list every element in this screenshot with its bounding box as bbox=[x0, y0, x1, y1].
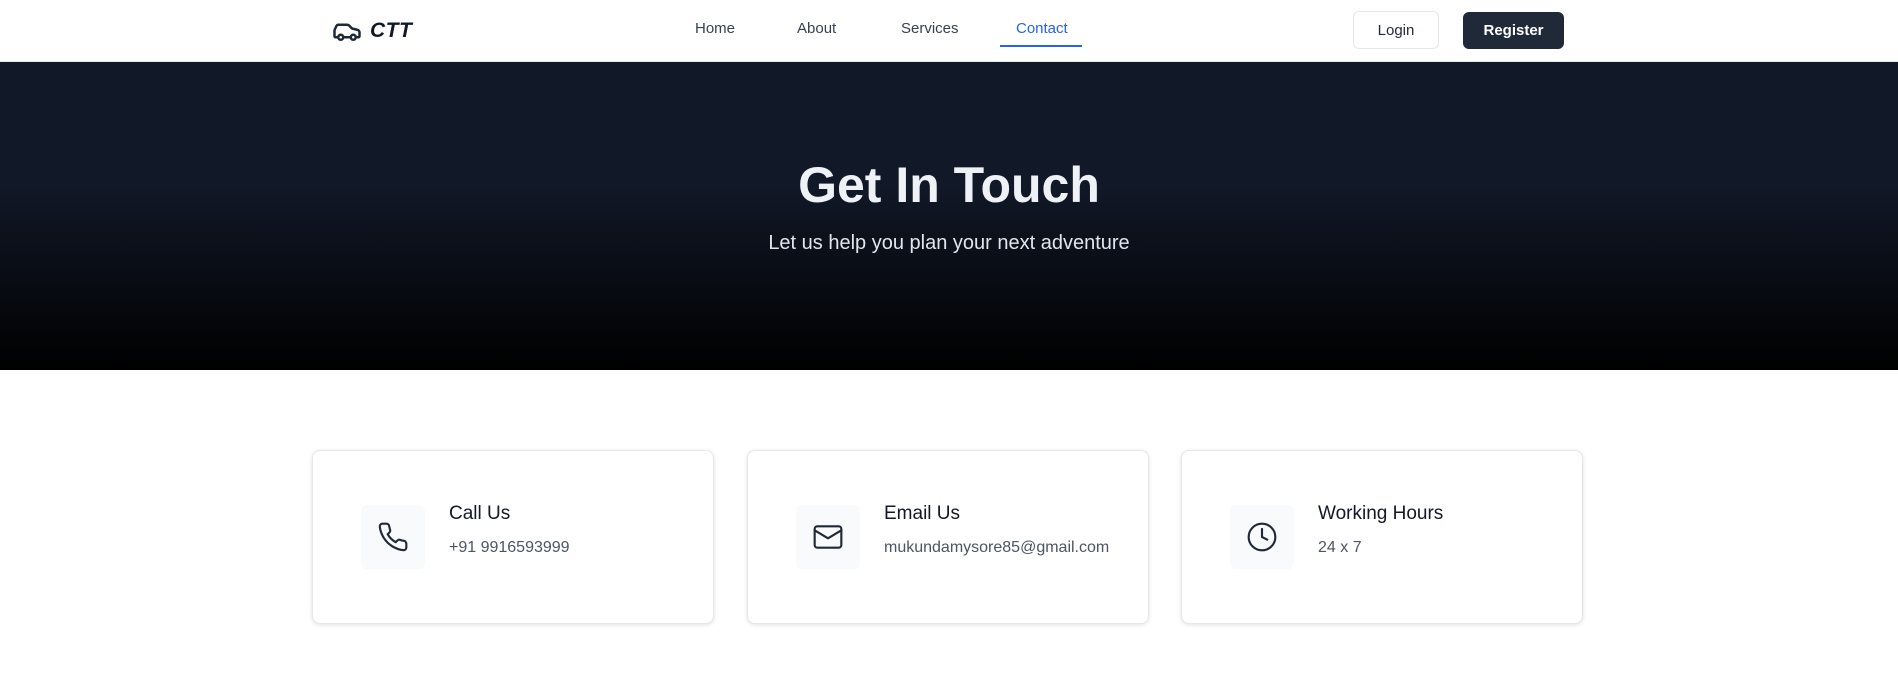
card-icon-container bbox=[1230, 505, 1294, 569]
login-button[interactable]: Login bbox=[1353, 11, 1439, 49]
nav-contact[interactable]: Contact bbox=[1016, 20, 1068, 37]
main-nav: Home About Services Contact bbox=[0, 0, 1898, 62]
phone-number[interactable]: +91 9916593999 bbox=[449, 539, 570, 557]
hero-subtitle: Let us help you plan your next adventure bbox=[768, 232, 1130, 254]
nav-home[interactable]: Home bbox=[695, 20, 735, 37]
clock-icon bbox=[1247, 522, 1277, 552]
contact-card-email: Email Us mukundamysore85@gmail.com bbox=[747, 450, 1149, 624]
register-button[interactable]: Register bbox=[1463, 12, 1564, 49]
card-title: Email Us bbox=[884, 503, 961, 524]
nav-about[interactable]: About bbox=[797, 20, 836, 37]
contact-card-phone: Call Us +91 9916593999 bbox=[312, 450, 714, 624]
card-icon-container bbox=[796, 505, 860, 569]
active-nav-indicator bbox=[1000, 45, 1082, 47]
working-hours-value: 24 x 7 bbox=[1318, 539, 1362, 556]
mail-icon bbox=[813, 525, 843, 549]
card-title: Call Us bbox=[449, 503, 511, 524]
hero-banner: Get In Touch Let us help you plan your n… bbox=[0, 62, 1898, 370]
card-title: Working Hours bbox=[1318, 503, 1444, 524]
card-icon-container bbox=[361, 505, 425, 569]
email-address[interactable]: mukundamysore85@gmail.com bbox=[884, 539, 1109, 557]
hero-title: Get In Touch bbox=[798, 157, 1100, 213]
top-navbar: CTT Home About Services Contact Login Re… bbox=[0, 0, 1898, 62]
contact-card-hours: Working Hours 24 x 7 bbox=[1181, 450, 1583, 624]
nav-services[interactable]: Services bbox=[901, 20, 959, 37]
phone-icon bbox=[378, 522, 408, 552]
